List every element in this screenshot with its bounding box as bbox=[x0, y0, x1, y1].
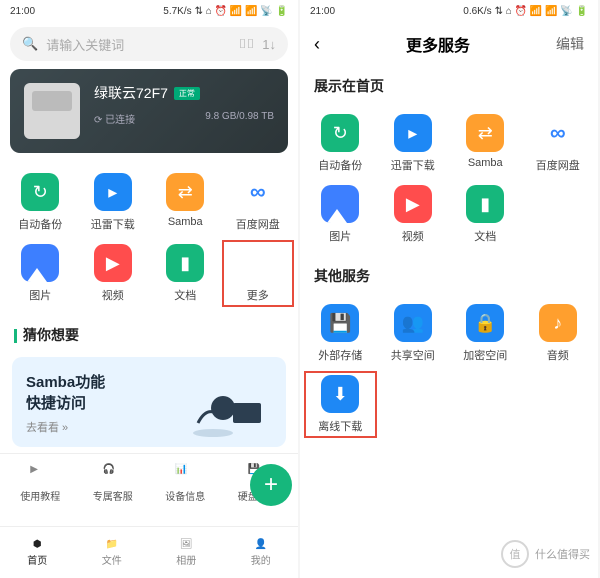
grid-baidu[interactable]: 百度网盘 bbox=[222, 169, 295, 236]
scan-icon[interactable]: ⌷⌷ bbox=[239, 36, 255, 52]
promo-illustration bbox=[178, 373, 278, 443]
time: 21:00 bbox=[310, 6, 335, 17]
more-services-screen: 21:00 0.6K/s ⇅ ⌂ ⏰ 📶 📶 📡 🔋 ‹ 更多服务 编辑 展示在… bbox=[300, 0, 598, 578]
tutorial-icon: ▶ bbox=[30, 464, 50, 484]
action-device-info[interactable]: 📊设备信息 bbox=[149, 464, 222, 503]
promo-card[interactable]: Samba功能快捷访问 去看看 » bbox=[12, 357, 286, 447]
back-button[interactable]: ‹ bbox=[314, 34, 320, 55]
samba-icon: ⇄ bbox=[166, 173, 204, 211]
backup-icon: ↻ bbox=[21, 173, 59, 211]
folder-icon: 📁 bbox=[106, 539, 118, 550]
fab-add[interactable]: + bbox=[250, 464, 292, 506]
page-header: ‹ 更多服务 编辑 bbox=[300, 22, 598, 66]
device-card[interactable]: 绿联云72F7 正常 ⟳ 已连接 9.8 GB/0.98 TB bbox=[10, 69, 288, 153]
storage-info: 9.8 GB/0.98 TB bbox=[205, 111, 274, 126]
section-homepage: 展示在首页 bbox=[300, 66, 598, 102]
picture-icon bbox=[21, 244, 59, 282]
grid-more[interactable]: 更多 bbox=[222, 240, 295, 307]
baidu-icon bbox=[539, 114, 577, 152]
grid-external-storage[interactable]: 💾外部存储 bbox=[304, 300, 377, 367]
section-other: 其他服务 bbox=[300, 256, 598, 292]
xunlei-icon: ▸ bbox=[394, 114, 432, 152]
time: 21:00 bbox=[10, 6, 35, 17]
storage-icon: 💾 bbox=[321, 304, 359, 342]
grid-baidu[interactable]: 百度网盘 bbox=[522, 110, 595, 177]
grid-encrypted[interactable]: 🔒加密空间 bbox=[449, 300, 522, 367]
device-image bbox=[24, 83, 80, 139]
baidu-icon bbox=[239, 173, 277, 211]
support-icon: 🎧 bbox=[103, 464, 123, 484]
grid-video[interactable]: ▶视频 bbox=[77, 240, 150, 307]
grid-auto-backup[interactable]: ↻自动备份 bbox=[304, 110, 377, 177]
app-grid: ↻自动备份 ▸迅雷下载 ⇄Samba 百度网盘 图片 ▶视频 ▮文档 更多 bbox=[0, 161, 298, 315]
tab-files[interactable]: 📁文件 bbox=[75, 527, 150, 578]
backup-icon: ↻ bbox=[321, 114, 359, 152]
doc-icon: ▮ bbox=[166, 244, 204, 282]
video-icon: ▶ bbox=[394, 185, 432, 223]
grid-audio[interactable]: ♪音频 bbox=[522, 300, 595, 367]
grid-xunlei[interactable]: ▸迅雷下载 bbox=[77, 169, 150, 236]
search-placeholder: 请输入关键词 bbox=[46, 35, 124, 54]
status-badge: 正常 bbox=[174, 87, 200, 100]
album-icon: 🖼 bbox=[180, 539, 193, 550]
status-icons: 5.7K/s ⇅ ⌂ ⏰ 📶 📶 📡 🔋 bbox=[163, 6, 288, 17]
audio-icon: ♪ bbox=[539, 304, 577, 342]
doc-icon: ▮ bbox=[466, 185, 504, 223]
lock-icon: 🔒 bbox=[466, 304, 504, 342]
home-icon: ⬢ bbox=[33, 539, 42, 550]
home-screen: 21:00 5.7K/s ⇅ ⌂ ⏰ 📶 📶 📡 🔋 🔍 请输入关键词 ⌷⌷ 1… bbox=[0, 0, 298, 578]
video-icon: ▶ bbox=[94, 244, 132, 282]
device-info-icon: 📊 bbox=[175, 464, 195, 484]
tab-album[interactable]: 🖼相册 bbox=[149, 527, 224, 578]
guess-title: 猜你想要 bbox=[0, 315, 298, 351]
edit-button[interactable]: 编辑 bbox=[556, 34, 584, 54]
grid-xunlei[interactable]: ▸迅雷下载 bbox=[377, 110, 450, 177]
more-icon bbox=[239, 244, 277, 282]
samba-icon: ⇄ bbox=[466, 114, 504, 152]
grid-video[interactable]: ▶视频 bbox=[377, 181, 450, 248]
tab-home[interactable]: ⬢首页 bbox=[0, 527, 75, 578]
xunlei-icon: ▸ bbox=[94, 173, 132, 211]
search-bar[interactable]: 🔍 请输入关键词 ⌷⌷ 1↓ bbox=[10, 27, 288, 61]
share-icon: 👥 bbox=[394, 304, 432, 342]
grid-shared-space[interactable]: 👥共享空间 bbox=[377, 300, 450, 367]
watermark: 值 什么值得买 bbox=[501, 540, 590, 568]
grid-pictures[interactable]: 图片 bbox=[304, 181, 377, 248]
grid-samba[interactable]: ⇄Samba bbox=[149, 169, 222, 236]
grid-pictures[interactable]: 图片 bbox=[4, 240, 77, 307]
grid-samba[interactable]: ⇄Samba bbox=[449, 110, 522, 177]
download-icon: ⬇ bbox=[321, 375, 359, 413]
search-icon: 🔍 bbox=[22, 36, 38, 52]
grid-offline-download[interactable]: ⬇离线下载 bbox=[304, 371, 377, 438]
homepage-grid: ↻自动备份 ▸迅雷下载 ⇄Samba 百度网盘 图片 ▶视频 ▮文档 bbox=[300, 102, 598, 256]
page-title: 更多服务 bbox=[406, 32, 470, 56]
status-bar: 21:00 0.6K/s ⇅ ⌂ ⏰ 📶 📶 📡 🔋 bbox=[300, 0, 598, 22]
other-grid: 💾外部存储 👥共享空间 🔒加密空间 ♪音频 ⬇离线下载 bbox=[300, 292, 598, 446]
watermark-logo: 值 bbox=[501, 540, 529, 568]
action-support[interactable]: 🎧专属客服 bbox=[77, 464, 150, 503]
tab-mine[interactable]: 👤我的 bbox=[224, 527, 299, 578]
status-icons: 0.6K/s ⇅ ⌂ ⏰ 📶 📶 📡 🔋 bbox=[463, 6, 588, 17]
device-name: 绿联云72F7 bbox=[94, 83, 168, 103]
picture-icon bbox=[321, 185, 359, 223]
action-tutorial[interactable]: ▶使用教程 bbox=[4, 464, 77, 503]
sort-icon[interactable]: 1↓ bbox=[262, 37, 276, 52]
connection-status: ⟳ 已连接 bbox=[94, 111, 135, 126]
grid-docs[interactable]: ▮文档 bbox=[449, 181, 522, 248]
user-icon: 👤 bbox=[255, 539, 267, 550]
tab-bar: ⬢首页 📁文件 🖼相册 👤我的 bbox=[0, 526, 298, 578]
grid-docs[interactable]: ▮文档 bbox=[149, 240, 222, 307]
status-bar: 21:00 5.7K/s ⇅ ⌂ ⏰ 📶 📶 📡 🔋 bbox=[0, 0, 298, 22]
grid-auto-backup[interactable]: ↻自动备份 bbox=[4, 169, 77, 236]
